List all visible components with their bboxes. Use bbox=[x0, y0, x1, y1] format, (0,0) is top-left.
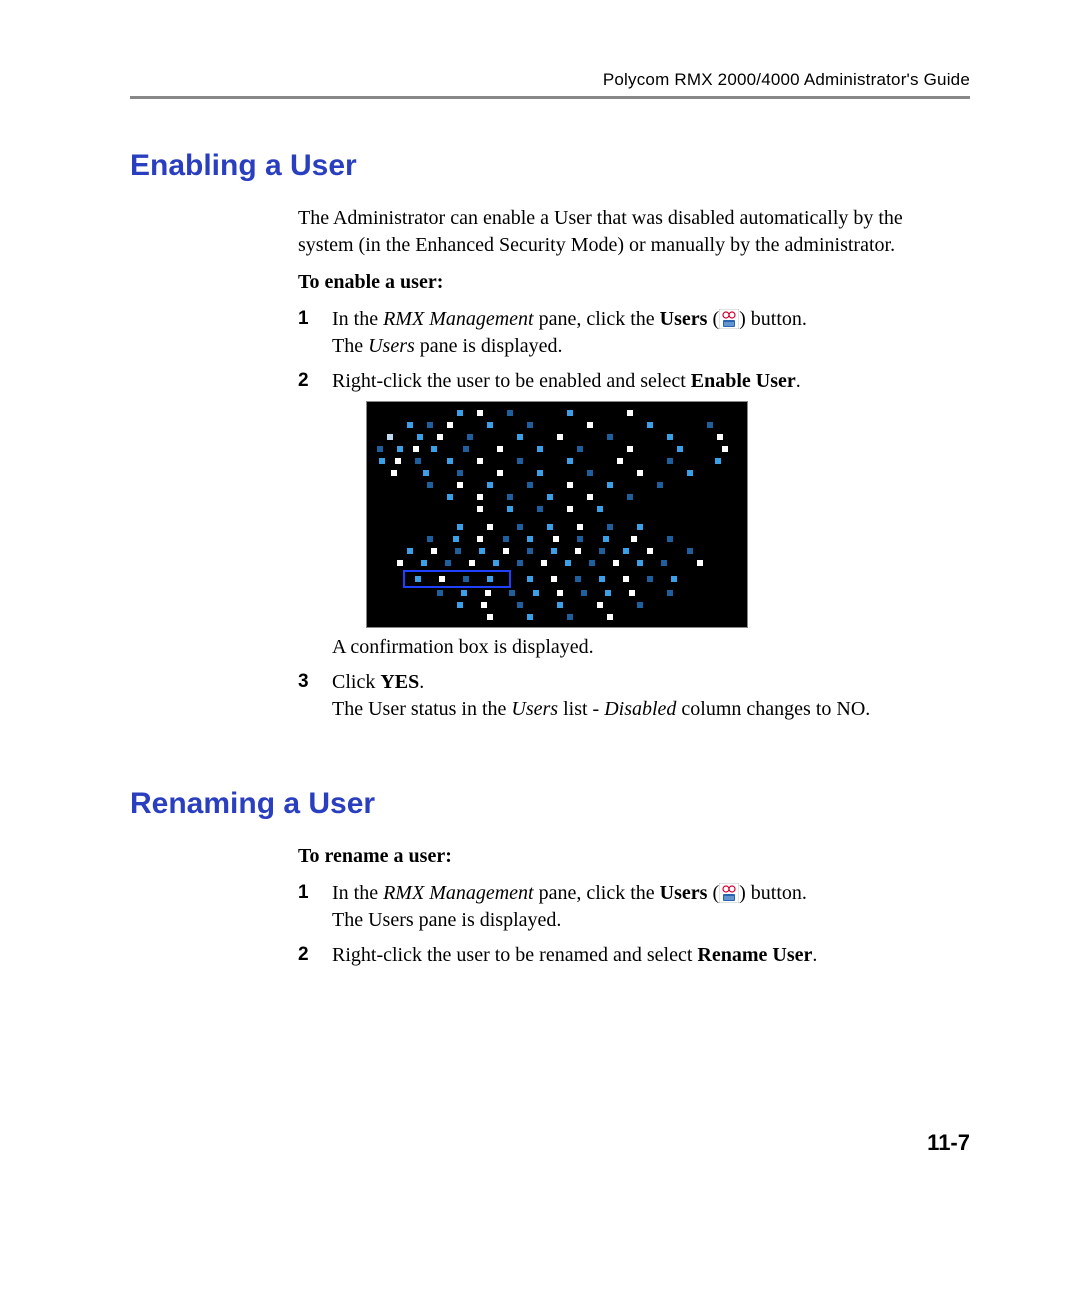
text: The bbox=[332, 335, 368, 357]
text-italic: Users bbox=[368, 335, 415, 357]
text-italic: RMX Management bbox=[383, 882, 534, 904]
enabling-step-1: 1 In the RMX Management pane, click the … bbox=[298, 306, 958, 360]
section-heading-enabling: Enabling a User bbox=[130, 149, 970, 183]
step-number: 2 bbox=[298, 942, 309, 968]
renaming-step-2: 2 Right-click the user to be renamed and… bbox=[298, 942, 958, 969]
page-number: 11-7 bbox=[927, 1130, 970, 1156]
step-number: 3 bbox=[298, 669, 309, 695]
renaming-subhead: To rename a user: bbox=[298, 843, 958, 870]
text-bold: Users bbox=[660, 308, 708, 330]
text-bold: Rename User bbox=[697, 944, 812, 966]
text-bold: YES bbox=[380, 671, 419, 693]
text: column changes to NO. bbox=[676, 698, 870, 720]
text: . bbox=[419, 671, 424, 693]
text-bold: Users bbox=[660, 882, 708, 904]
text: pane, click the bbox=[534, 308, 660, 330]
enabling-step-2: 2 Right-click the user to be enabled and… bbox=[298, 368, 958, 661]
text: Right-click the user to be renamed and s… bbox=[332, 944, 697, 966]
text: pane, click the bbox=[534, 882, 660, 904]
users-icon bbox=[719, 309, 739, 329]
text-italic: RMX Management bbox=[383, 308, 534, 330]
text-bold: Enable User bbox=[691, 370, 796, 392]
renaming-step-1: 1 In the RMX Management pane, click the … bbox=[298, 880, 958, 934]
text: In the bbox=[332, 882, 383, 904]
text: ( bbox=[707, 308, 719, 330]
users-icon bbox=[719, 883, 739, 903]
text: Right-click the user to be enabled and s… bbox=[332, 370, 691, 392]
section-heading-renaming: Renaming a User bbox=[130, 787, 970, 821]
page: Polycom RMX 2000/4000 Administrator's Gu… bbox=[0, 0, 1080, 1306]
text: pane is displayed. bbox=[415, 335, 563, 357]
renaming-body: To rename a user: 1 In the RMX Managemen… bbox=[298, 843, 958, 969]
enabling-subhead: To enable a user: bbox=[298, 269, 958, 296]
running-head: Polycom RMX 2000/4000 Administrator's Gu… bbox=[130, 70, 970, 90]
screenshot-enable-user bbox=[366, 401, 748, 628]
text: The Users pane is displayed. bbox=[332, 909, 561, 931]
text: . bbox=[796, 370, 801, 392]
text: Click bbox=[332, 671, 380, 693]
step-number: 1 bbox=[298, 306, 309, 332]
enabling-body: The Administrator can enable a User that… bbox=[298, 205, 958, 723]
text-italic: Disabled bbox=[604, 698, 676, 720]
text: . bbox=[812, 944, 817, 966]
enabling-step-3: 3 Click YES. The User status in the User… bbox=[298, 669, 958, 723]
header-rule bbox=[130, 96, 970, 99]
text: In the bbox=[332, 308, 383, 330]
text: ( bbox=[707, 882, 719, 904]
text: list - bbox=[558, 698, 604, 720]
text: A confirmation box is displayed. bbox=[332, 636, 594, 658]
text: ) button. bbox=[739, 882, 807, 904]
enabling-intro: The Administrator can enable a User that… bbox=[298, 205, 958, 259]
text: The User status in the bbox=[332, 698, 511, 720]
step-number: 1 bbox=[298, 880, 309, 906]
enabling-steps: 1 In the RMX Management pane, click the … bbox=[298, 306, 958, 723]
renaming-steps: 1 In the RMX Management pane, click the … bbox=[298, 880, 958, 969]
text: ) button. bbox=[739, 308, 807, 330]
step-number: 2 bbox=[298, 368, 309, 394]
text-italic: Users bbox=[511, 698, 558, 720]
